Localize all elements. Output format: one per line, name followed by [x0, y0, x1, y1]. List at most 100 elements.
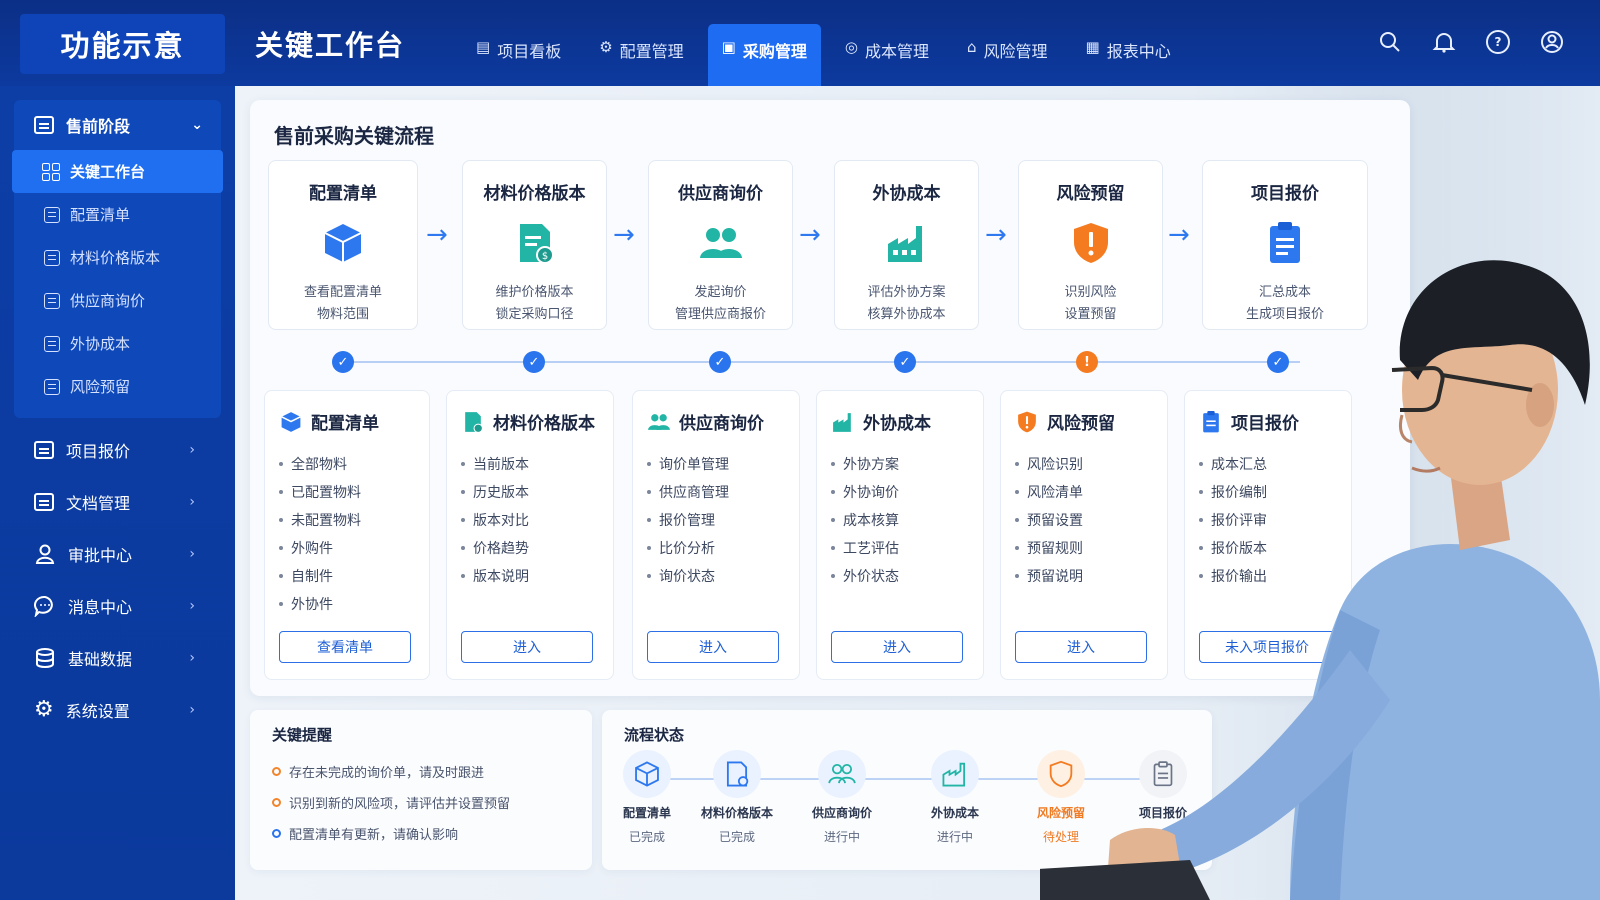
module-list-item[interactable]: 外协方案: [831, 450, 983, 478]
alert-text: 识别到新的风险项，请评估并设置预留: [289, 797, 511, 812]
sidebar-item-workbench[interactable]: 关键工作台: [12, 150, 223, 193]
status-step[interactable]: 外协成本 进行中: [910, 750, 1000, 845]
flow-card-outsource-cost[interactable]: 外协成本 评估外协方案 核算外协成本: [834, 160, 979, 330]
nav-item-risk[interactable]: ⌂ 风险管理: [953, 24, 1062, 86]
alert-item[interactable]: 存在未完成的询价单，请及时跟进: [272, 756, 510, 787]
flow-card-price-version[interactable]: 材料价格版本 $ 维护价格版本 锁定采购口径: [462, 160, 607, 330]
alerts-title: 关键提醒: [272, 726, 333, 744]
alert-item[interactable]: 识别到新的风险项，请评估并设置预留: [272, 787, 510, 818]
enter-button[interactable]: 进入: [461, 631, 593, 663]
module-list-item[interactable]: 全部物料: [279, 450, 429, 478]
status-step[interactable]: 供应商询价 进行中: [797, 750, 887, 845]
doc-icon: [44, 206, 60, 223]
chat-icon: [34, 595, 53, 617]
module-list-item[interactable]: 版本说明: [461, 562, 613, 590]
factory-icon: [887, 226, 922, 262]
sidebar-item-settings[interactable]: ⚙ 系统设置 ›: [0, 684, 235, 736]
module-list-item[interactable]: 工艺评估: [831, 534, 983, 562]
module-list-item[interactable]: 成本核算: [831, 506, 983, 534]
sidebar-item-label: 基础数据: [68, 650, 133, 669]
module-list-item[interactable]: 历史版本: [461, 478, 613, 506]
module-list-item[interactable]: 价格趋势: [461, 534, 613, 562]
nav-label: 风险管理: [983, 42, 1048, 61]
nav-label: 配置管理: [619, 42, 684, 61]
module-list-item[interactable]: 已配置物料: [279, 478, 429, 506]
module-title: 供应商询价: [679, 414, 764, 434]
module-list-item[interactable]: 询价状态: [647, 562, 799, 590]
sidebar-item-basic-data[interactable]: 基础数据 ›: [0, 632, 235, 684]
flow-arrow: →: [799, 220, 821, 250]
grid-icon: [42, 162, 60, 181]
sidebar-item-quote[interactable]: 项目报价 ›: [0, 424, 235, 476]
module-list-item[interactable]: 比价分析: [647, 534, 799, 562]
people-icon: [828, 763, 856, 784]
enter-button[interactable]: 进入: [831, 631, 963, 663]
status-step[interactable]: 配置清单 已完成: [602, 750, 692, 845]
module-list-item[interactable]: 供应商管理: [647, 478, 799, 506]
module-list: 全部物料 已配置物料 未配置物料 外购件 自制件 外协件: [279, 450, 429, 618]
main-nav: ▤ 项目看板 ⚙ 配置管理 ▣ 采购管理 ◎ 成本管理 ⌂ 风险管理 ▦ 报表中心: [462, 24, 1195, 86]
module-list-item[interactable]: 询价单管理: [647, 450, 799, 478]
sidebar-item-supplier-inquiry[interactable]: 供应商询价: [14, 279, 221, 322]
flow-card-supplier-inquiry[interactable]: 供应商询价 发起询价 管理供应商报价: [648, 160, 793, 330]
doc-icon: [44, 249, 60, 266]
alerts-panel: 关键提醒 存在未完成的询价单，请及时跟进 识别到新的风险项，请评估并设置预留 配…: [250, 710, 592, 870]
nav-item-cost[interactable]: ◎ 成本管理: [831, 24, 943, 86]
sidebar-group-header[interactable]: 售前阶段 ⌄: [14, 100, 221, 150]
factory-icon: [942, 762, 966, 787]
sidebar-item-label: 消息中心: [68, 598, 133, 617]
sidebar-item-docs[interactable]: 文档管理 ›: [0, 476, 235, 528]
nav-item-board[interactable]: ▤ 项目看板: [462, 24, 575, 86]
sidebar-item-risk-reserve[interactable]: 风险预留: [14, 365, 221, 408]
status-step-name: 外协成本: [930, 806, 979, 820]
brand-logo: 功能示意: [20, 14, 225, 74]
chevron-right-icon: ›: [189, 650, 195, 666]
sidebar-item-approval[interactable]: 审批中心 ›: [0, 528, 235, 580]
module-list-item[interactable]: 当前版本: [461, 450, 613, 478]
top-bar: 功能示意 关键工作台 ▤ 项目看板 ⚙ 配置管理 ▣ 采购管理 ◎ 成本管理 ⌂ 风险管理…: [0, 0, 1600, 86]
flow-card-config[interactable]: 配置清单 查看配置清单 物料范围: [268, 160, 418, 330]
chevron-right-icon: ›: [189, 494, 195, 510]
board-icon: ▤: [476, 38, 491, 56]
view-list-button[interactable]: 查看清单: [279, 631, 411, 663]
sidebar-group-label: 售前阶段: [66, 117, 131, 136]
search-icon[interactable]: [1378, 30, 1402, 54]
module-list-item[interactable]: 外购件: [279, 534, 429, 562]
sidebar-item-label: 系统设置: [65, 702, 130, 721]
purchase-icon: ▣: [721, 38, 736, 56]
module-list-item[interactable]: 外协件: [279, 590, 429, 618]
people-icon: [648, 413, 670, 430]
module-list-item[interactable]: 未配置物料: [279, 506, 429, 534]
nav-item-report[interactable]: ▦ 报表中心: [1072, 24, 1185, 86]
status-step-state: 已完成: [718, 830, 755, 844]
module-list-item[interactable]: 自制件: [279, 562, 429, 590]
status-step[interactable]: 材料价格版本 已完成: [692, 750, 782, 845]
database-icon: [36, 648, 54, 668]
nav-item-config[interactable]: ⚙ 配置管理: [585, 24, 697, 86]
sidebar-item-outsource-cost[interactable]: 外协成本: [14, 322, 221, 365]
enter-button[interactable]: 进入: [647, 631, 779, 663]
module-list-item[interactable]: 报价管理: [647, 506, 799, 534]
bell-icon[interactable]: [1432, 30, 1456, 54]
module-list-item[interactable]: 版本对比: [461, 506, 613, 534]
flow-card-title: 风险预留: [1056, 184, 1125, 204]
sidebar-item-price-version[interactable]: 材料价格版本: [14, 236, 221, 279]
module-list-item[interactable]: 外协询价: [831, 478, 983, 506]
flow-card-desc: 维护价格版本: [495, 285, 574, 300]
chevron-down-icon: ⌄: [191, 117, 203, 133]
flow-arrow: →: [613, 220, 635, 250]
alert-item[interactable]: 配置清单有更新，请确认影响: [272, 818, 510, 849]
quote-icon: [34, 441, 54, 459]
folder-icon: [34, 493, 54, 511]
sidebar-item-label: 材料价格版本: [70, 249, 161, 267]
cube-icon: [281, 411, 301, 432]
user-icon[interactable]: [1540, 30, 1564, 54]
sidebar-item-config-list[interactable]: 配置清单: [14, 193, 221, 236]
sidebar-item-label: 文档管理: [66, 494, 131, 513]
nav-label: 项目看板: [497, 42, 562, 61]
module-card-config: 配置清单 全部物料 已配置物料 未配置物料 外购件 自制件 外协件 查看清单: [264, 390, 430, 680]
nav-item-purchase[interactable]: ▣ 采购管理: [707, 24, 821, 86]
module-list-item[interactable]: 外价状态: [831, 562, 983, 590]
help-icon[interactable]: ?: [1486, 30, 1510, 54]
sidebar-item-messages[interactable]: 消息中心 ›: [0, 580, 235, 632]
